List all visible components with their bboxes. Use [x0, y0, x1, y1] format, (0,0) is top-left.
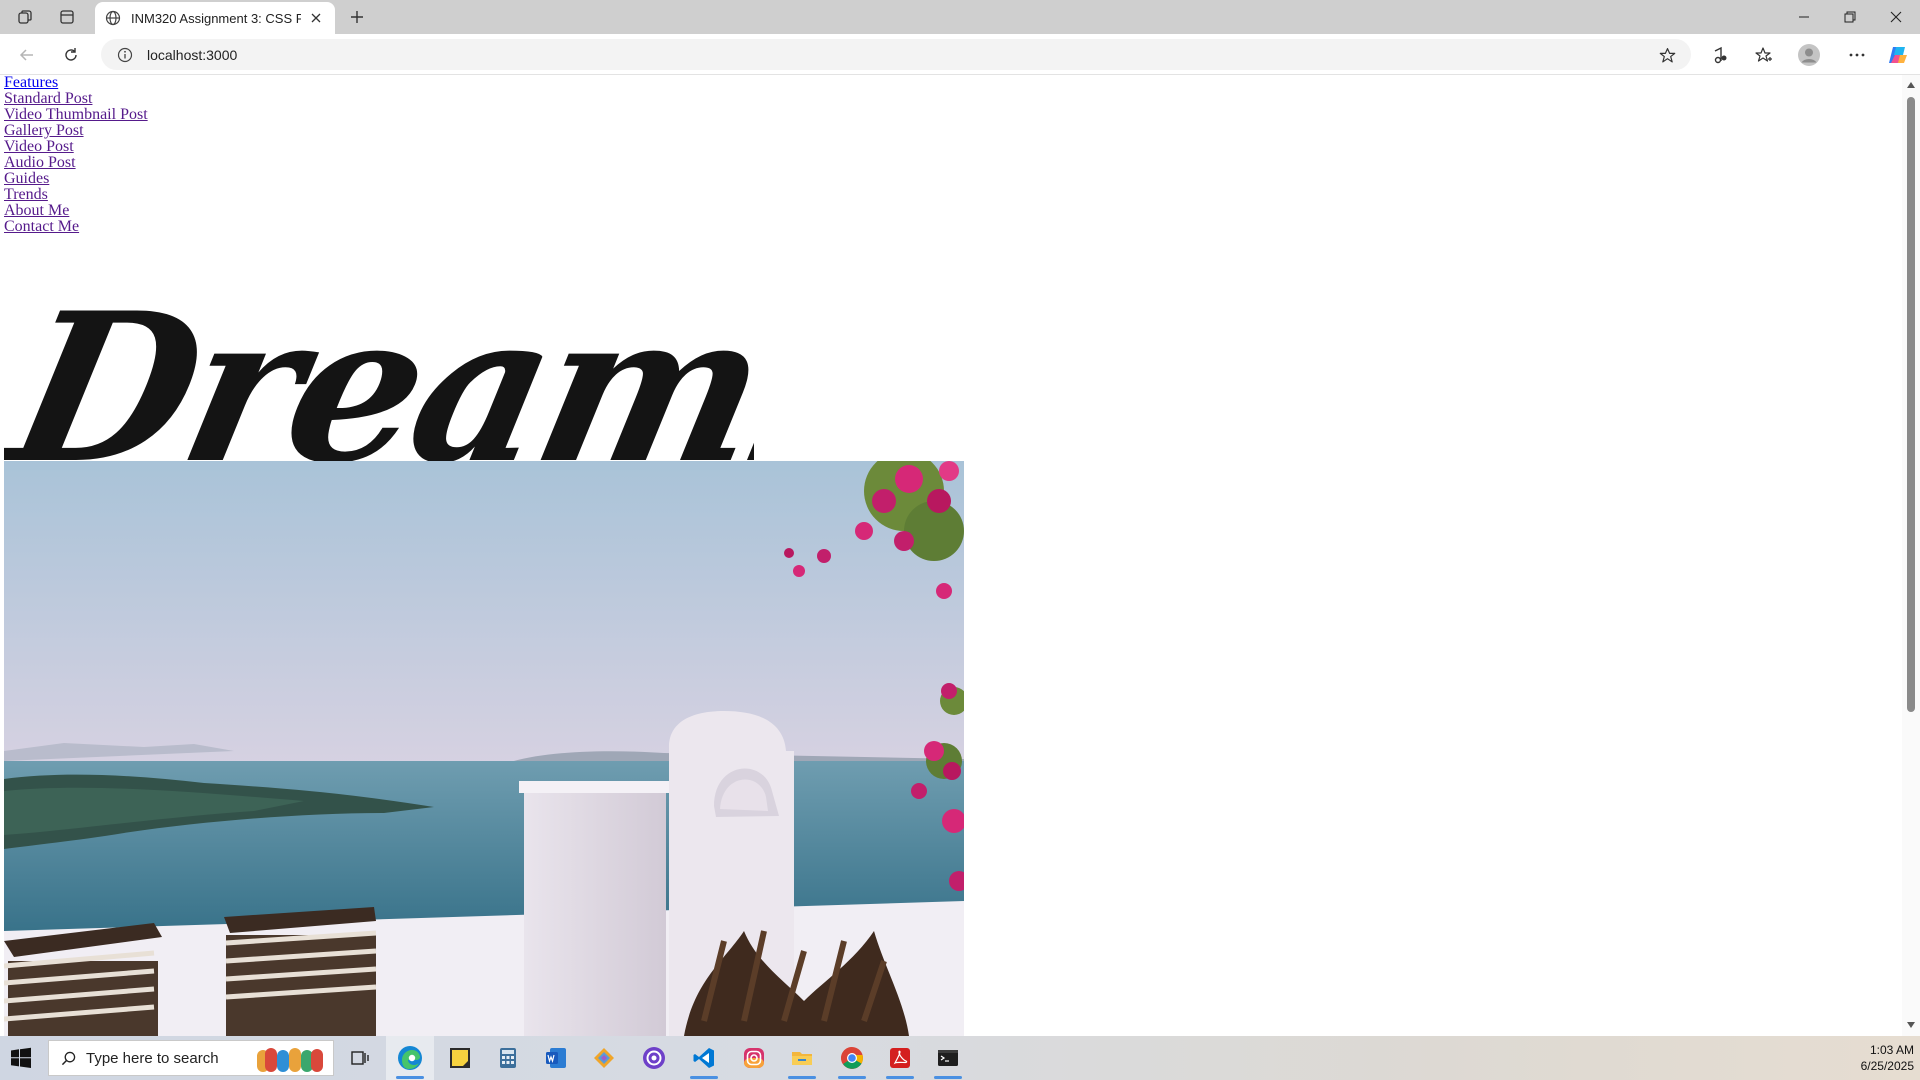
- tab-actions-icon[interactable]: [57, 7, 77, 27]
- workspaces-icon[interactable]: [15, 7, 35, 27]
- menu-link-features[interactable]: Features: [4, 75, 148, 91]
- clock-time: 1:03 AM: [1869, 1043, 1914, 1057]
- search-icon: [61, 1051, 76, 1066]
- copilot-icon[interactable]: [1886, 43, 1910, 67]
- url-text: localhost:3000: [147, 46, 238, 63]
- windows-taskbar: Type here to search 1:03 AM 6/25/2025: [0, 1036, 1920, 1080]
- menu-link-video-thumbnail-post[interactable]: Video Thumbnail Post: [4, 107, 148, 123]
- menu-link-audio-post[interactable]: Audio Post: [4, 155, 148, 171]
- menu-link-guides[interactable]: Guides: [4, 171, 148, 187]
- favorites-icon[interactable]: [1752, 43, 1776, 67]
- vscode-icon: [693, 1048, 714, 1068]
- close-window-button[interactable]: [1873, 0, 1919, 34]
- taskbar-calculator[interactable]: [484, 1036, 532, 1080]
- refresh-button[interactable]: [59, 43, 83, 67]
- site-menu: Features Standard Post Video Thumbnail P…: [4, 75, 148, 235]
- taskbar-acrobat[interactable]: [876, 1036, 924, 1080]
- close-tab-icon[interactable]: [307, 9, 325, 27]
- tab-title: INM320 Assignment 3: CSS Preproc: [131, 10, 301, 26]
- active-indicator: [886, 1076, 914, 1079]
- taskbar-file-explorer[interactable]: [778, 1036, 826, 1080]
- taskbar-terminal[interactable]: [924, 1036, 972, 1080]
- restore-button[interactable]: [1827, 0, 1873, 34]
- scroll-up-arrow-icon[interactable]: [1907, 81, 1915, 89]
- active-indicator: [396, 1076, 424, 1079]
- scrollbar-thumb[interactable]: [1907, 97, 1915, 712]
- site-info-icon[interactable]: [117, 47, 133, 63]
- hero-photo: [4, 461, 964, 1036]
- system-clock[interactable]: 1:03 AM 6/25/2025: [1861, 1042, 1914, 1074]
- search-highlight-icon: [257, 1048, 323, 1072]
- taskbar-github-desktop[interactable]: [630, 1036, 678, 1080]
- taskbar-vscode[interactable]: [680, 1036, 728, 1080]
- active-tab[interactable]: INM320 Assignment 3: CSS Preproc: [95, 2, 335, 34]
- taskbar-word[interactable]: [532, 1036, 580, 1080]
- read-aloud-icon[interactable]: [1708, 43, 1732, 67]
- more-options-icon[interactable]: [1845, 43, 1869, 67]
- calculator-icon: [500, 1048, 516, 1068]
- app-icon: [594, 1048, 614, 1068]
- page-viewport: Features Standard Post Video Thumbnail P…: [0, 75, 1920, 1036]
- menu-link-standard-post[interactable]: Standard Post: [4, 91, 148, 107]
- instagram-icon: [744, 1048, 764, 1068]
- clock-date: 6/25/2025: [1860, 1059, 1914, 1073]
- globe-icon: [105, 10, 121, 26]
- sticky-notes-icon: [450, 1048, 470, 1068]
- taskbar-instagram[interactable]: [730, 1036, 778, 1080]
- back-button[interactable]: [15, 43, 39, 67]
- search-placeholder: Type here to search: [86, 1049, 219, 1067]
- minimize-button[interactable]: [1781, 0, 1827, 34]
- menu-link-trends[interactable]: Trends: [4, 187, 148, 203]
- windows-start-icon[interactable]: [10, 1047, 32, 1069]
- taskbar-edge[interactable]: [386, 1036, 434, 1080]
- taskbar-chrome[interactable]: [828, 1036, 876, 1080]
- address-bar[interactable]: localhost:3000: [101, 39, 1691, 70]
- acrobat-icon: [890, 1048, 910, 1068]
- active-indicator: [934, 1076, 962, 1079]
- github-desktop-icon: [643, 1047, 665, 1069]
- active-indicator: [690, 1076, 718, 1079]
- page-scrollbar[interactable]: [1902, 75, 1920, 1036]
- chrome-icon: [841, 1047, 863, 1069]
- task-view-button[interactable]: [336, 1036, 384, 1080]
- terminal-icon: [938, 1050, 958, 1066]
- profile-avatar-icon[interactable]: [1797, 43, 1821, 67]
- menu-link-about-me[interactable]: About Me: [4, 203, 148, 219]
- new-tab-button[interactable]: [346, 6, 368, 28]
- menu-link-gallery-post[interactable]: Gallery Post: [4, 123, 148, 139]
- active-indicator: [838, 1076, 866, 1079]
- favorite-star-icon[interactable]: [1657, 45, 1677, 65]
- taskbar-app[interactable]: [580, 1036, 628, 1080]
- taskbar-sticky-notes[interactable]: [436, 1036, 484, 1080]
- scroll-down-arrow-icon[interactable]: [1907, 1021, 1915, 1029]
- menu-link-video-post[interactable]: Video Post: [4, 139, 148, 155]
- edge-icon: [398, 1046, 422, 1070]
- browser-toolbar: localhost:3000: [0, 34, 1920, 75]
- active-indicator: [788, 1076, 816, 1079]
- taskbar-search-box[interactable]: Type here to search: [48, 1040, 334, 1076]
- tab-bar: INM320 Assignment 3: CSS Preproc: [0, 0, 1920, 34]
- file-explorer-icon: [792, 1052, 812, 1065]
- word-icon: [546, 1048, 566, 1068]
